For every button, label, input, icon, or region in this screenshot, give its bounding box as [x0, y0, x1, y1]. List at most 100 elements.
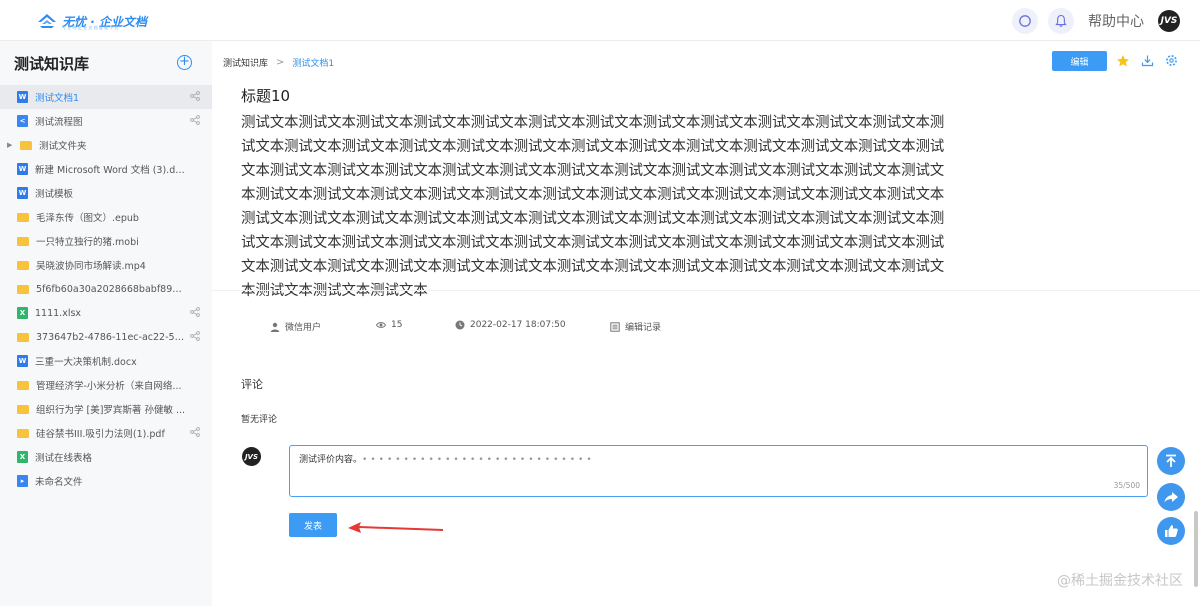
share-icon[interactable]	[190, 427, 200, 437]
back-to-top-button[interactable]	[1157, 447, 1185, 475]
add-icon[interactable]: +	[177, 55, 192, 70]
history-icon	[610, 321, 620, 332]
sidebar-item[interactable]: W 三重一大决策机制.docx	[0, 349, 212, 373]
folder-icon	[17, 332, 29, 342]
share-arrow-icon	[1164, 492, 1178, 503]
download-icon[interactable]	[1141, 54, 1154, 67]
sidebar-item[interactable]: 管理经济学-小米分析（来自网络...	[0, 373, 212, 397]
sidebar-item[interactable]: W 新建 Microsoft Word 文档 (3).docx	[0, 157, 212, 181]
breadcrumb-current[interactable]: 测试文档1	[292, 56, 334, 69]
sidebar-item-label: 组织行为学 [美]罗宾斯著 孙健敏 ...	[36, 405, 186, 416]
sidebar-item-label: 三重一大决策机制.docx	[35, 357, 137, 368]
share-icon[interactable]	[190, 91, 200, 101]
sidebar-item[interactable]: 一只特立独行的猪.mobi	[0, 229, 212, 253]
sidebar-item-label: 测试文件夹	[39, 141, 87, 152]
file-icon: ▸	[17, 475, 28, 487]
share-icon[interactable]	[190, 307, 200, 317]
sidebar-item-label: 测试流程图	[35, 117, 83, 128]
clock-icon	[455, 320, 465, 330]
folder-icon	[17, 428, 29, 438]
sidebar-item[interactable]: X 测试在线表格	[0, 445, 212, 469]
comment-input-dots: ••••••••••••••••••••••••••••	[362, 455, 595, 465]
meta-edit-history[interactable]: 编辑记录	[610, 320, 661, 333]
sidebar-item[interactable]: ▸ 未命名文件	[0, 469, 212, 493]
file-tree: W 测试文档1 < 测试流程图 ▶ 测试文件夹 W 新建 Microsoft Word 文档 …	[0, 85, 212, 493]
sidebar-item[interactable]: 硅谷禁书III.吸引力法则(1).pdf	[0, 421, 212, 445]
sidebar-item[interactable]: ▶ 测试文件夹	[0, 133, 212, 157]
star-icon[interactable]	[1116, 54, 1130, 68]
folder-icon	[17, 404, 29, 414]
folder-icon	[17, 380, 29, 390]
annotation-arrow	[348, 522, 444, 533]
folder-icon	[20, 140, 32, 150]
sidebar-item[interactable]: 373647b2-4786-11ec-ac22-52...	[0, 325, 212, 349]
commenter-avatar: JVS	[242, 447, 261, 466]
main-content: 测试知识库 > 测试文档1 编辑 标题10 测试文本测试文本测试文本测试文本测试…	[212, 41, 1200, 606]
meta-timestamp: 2022-02-17 18:07:50	[455, 320, 566, 330]
sidebar-item[interactable]: 毛泽东传（图文）.epub	[0, 205, 212, 229]
search-icon[interactable]	[1012, 8, 1038, 34]
bell-icon[interactable]	[1048, 8, 1074, 34]
breadcrumb: 测试知识库 > 测试文档1	[223, 56, 334, 69]
help-center-link[interactable]: 帮助中心	[1088, 11, 1144, 31]
sidebar-item-label: 测试模板	[35, 189, 74, 200]
share-button[interactable]	[1157, 483, 1185, 511]
sidebar-item-label: 新建 Microsoft Word 文档 (3).docx	[35, 165, 185, 176]
edit-history-link[interactable]: 编辑记录	[625, 320, 661, 333]
folder-icon	[17, 236, 29, 246]
logo[interactable]: 无忧 · 企业文档 专 业 的 企 业 文 档 管 理 平 台	[36, 9, 147, 33]
updated-time: 2022-02-17 18:07:50	[470, 320, 566, 330]
sidebar-item-label: 一只特立独行的猪.mobi	[36, 237, 139, 248]
like-button[interactable]	[1157, 517, 1185, 545]
comment-input[interactable]: 测试评价内容。•••••••••••••••••••••••••••• 35/5…	[289, 445, 1148, 497]
gear-icon[interactable]	[1165, 54, 1178, 67]
expand-caret-icon[interactable]: ▶	[7, 141, 12, 149]
sidebar-item-label: 管理经济学-小米分析（来自网络...	[36, 381, 182, 392]
sidebar-item-label: 测试文档1	[35, 93, 80, 104]
char-counter: 35/500	[1113, 481, 1140, 490]
sidebar-item-label: 未命名文件	[35, 477, 83, 488]
folder-icon	[17, 260, 29, 270]
meta-views: 15	[376, 320, 402, 330]
watermark: @稀土掘金技术社区	[1057, 573, 1183, 589]
logo-subtitle: 专 业 的 企 业 文 档 管 理 平 台	[62, 25, 119, 30]
word-doc-icon: W	[17, 163, 28, 175]
comment-input-value: 测试评价内容。	[299, 455, 363, 465]
folder-icon	[17, 284, 29, 294]
share-icon[interactable]	[190, 115, 200, 125]
sidebar-item[interactable]: W 测试文档1	[0, 85, 212, 109]
sidebar-item[interactable]: 吴晓波协同市场解读.mp4	[0, 253, 212, 277]
scrollbar[interactable]	[1194, 511, 1198, 587]
sidebar-item[interactable]: X 1111.xlsx	[0, 301, 212, 325]
sidebar-item[interactable]: W 测试模板	[0, 181, 212, 205]
submit-comment-button[interactable]: 发表	[289, 513, 337, 537]
sidebar-item[interactable]: 组织行为学 [美]罗宾斯著 孙健敏 ...	[0, 397, 212, 421]
document-body: 测试文本测试文本测试文本测试文本测试文本测试文本测试文本测试文本测试文本测试文本…	[241, 115, 945, 299]
thumbs-up-icon	[1165, 525, 1178, 537]
sidebar-header: 测试知识库 +	[0, 41, 212, 85]
top-right-actions: 帮助中心 JVS	[1012, 8, 1180, 34]
divider	[212, 290, 1200, 291]
word-doc-icon: W	[17, 355, 28, 367]
author-name: 微信用户	[285, 323, 322, 333]
no-comments-text: 暂无评论	[241, 415, 278, 425]
word-doc-icon: W	[17, 91, 28, 103]
breadcrumb-root[interactable]: 测试知识库	[223, 56, 268, 69]
user-avatar[interactable]: JVS	[1158, 10, 1180, 32]
meta-author: 微信用户	[270, 320, 321, 333]
sidebar-item-label: 373647b2-4786-11ec-ac22-52...	[36, 331, 186, 343]
excel-icon: X	[17, 307, 28, 319]
comments-title: 评论	[241, 378, 263, 391]
share-icon[interactable]	[190, 331, 200, 341]
edit-button[interactable]: 编辑	[1052, 51, 1107, 71]
sidebar: 测试知识库 + W 测试文档1 < 测试流程图 ▶ 测试文件夹 W 新建 Microsoft …	[0, 41, 212, 606]
sidebar-item-label: 5f6fb60a30a2028668babf8943...	[36, 283, 186, 295]
document-heading: 标题10	[241, 87, 291, 105]
arrow-up-icon	[1166, 454, 1176, 467]
sidebar-item[interactable]: < 测试流程图	[0, 109, 212, 133]
excel-icon: X	[17, 451, 28, 463]
word-doc-icon: W	[17, 187, 28, 199]
sidebar-item[interactable]: 5f6fb60a30a2028668babf8943...	[0, 277, 212, 301]
sidebar-item-label: 硅谷禁书III.吸引力法则(1).pdf	[36, 429, 165, 440]
sidebar-item-label: 测试在线表格	[35, 453, 93, 464]
